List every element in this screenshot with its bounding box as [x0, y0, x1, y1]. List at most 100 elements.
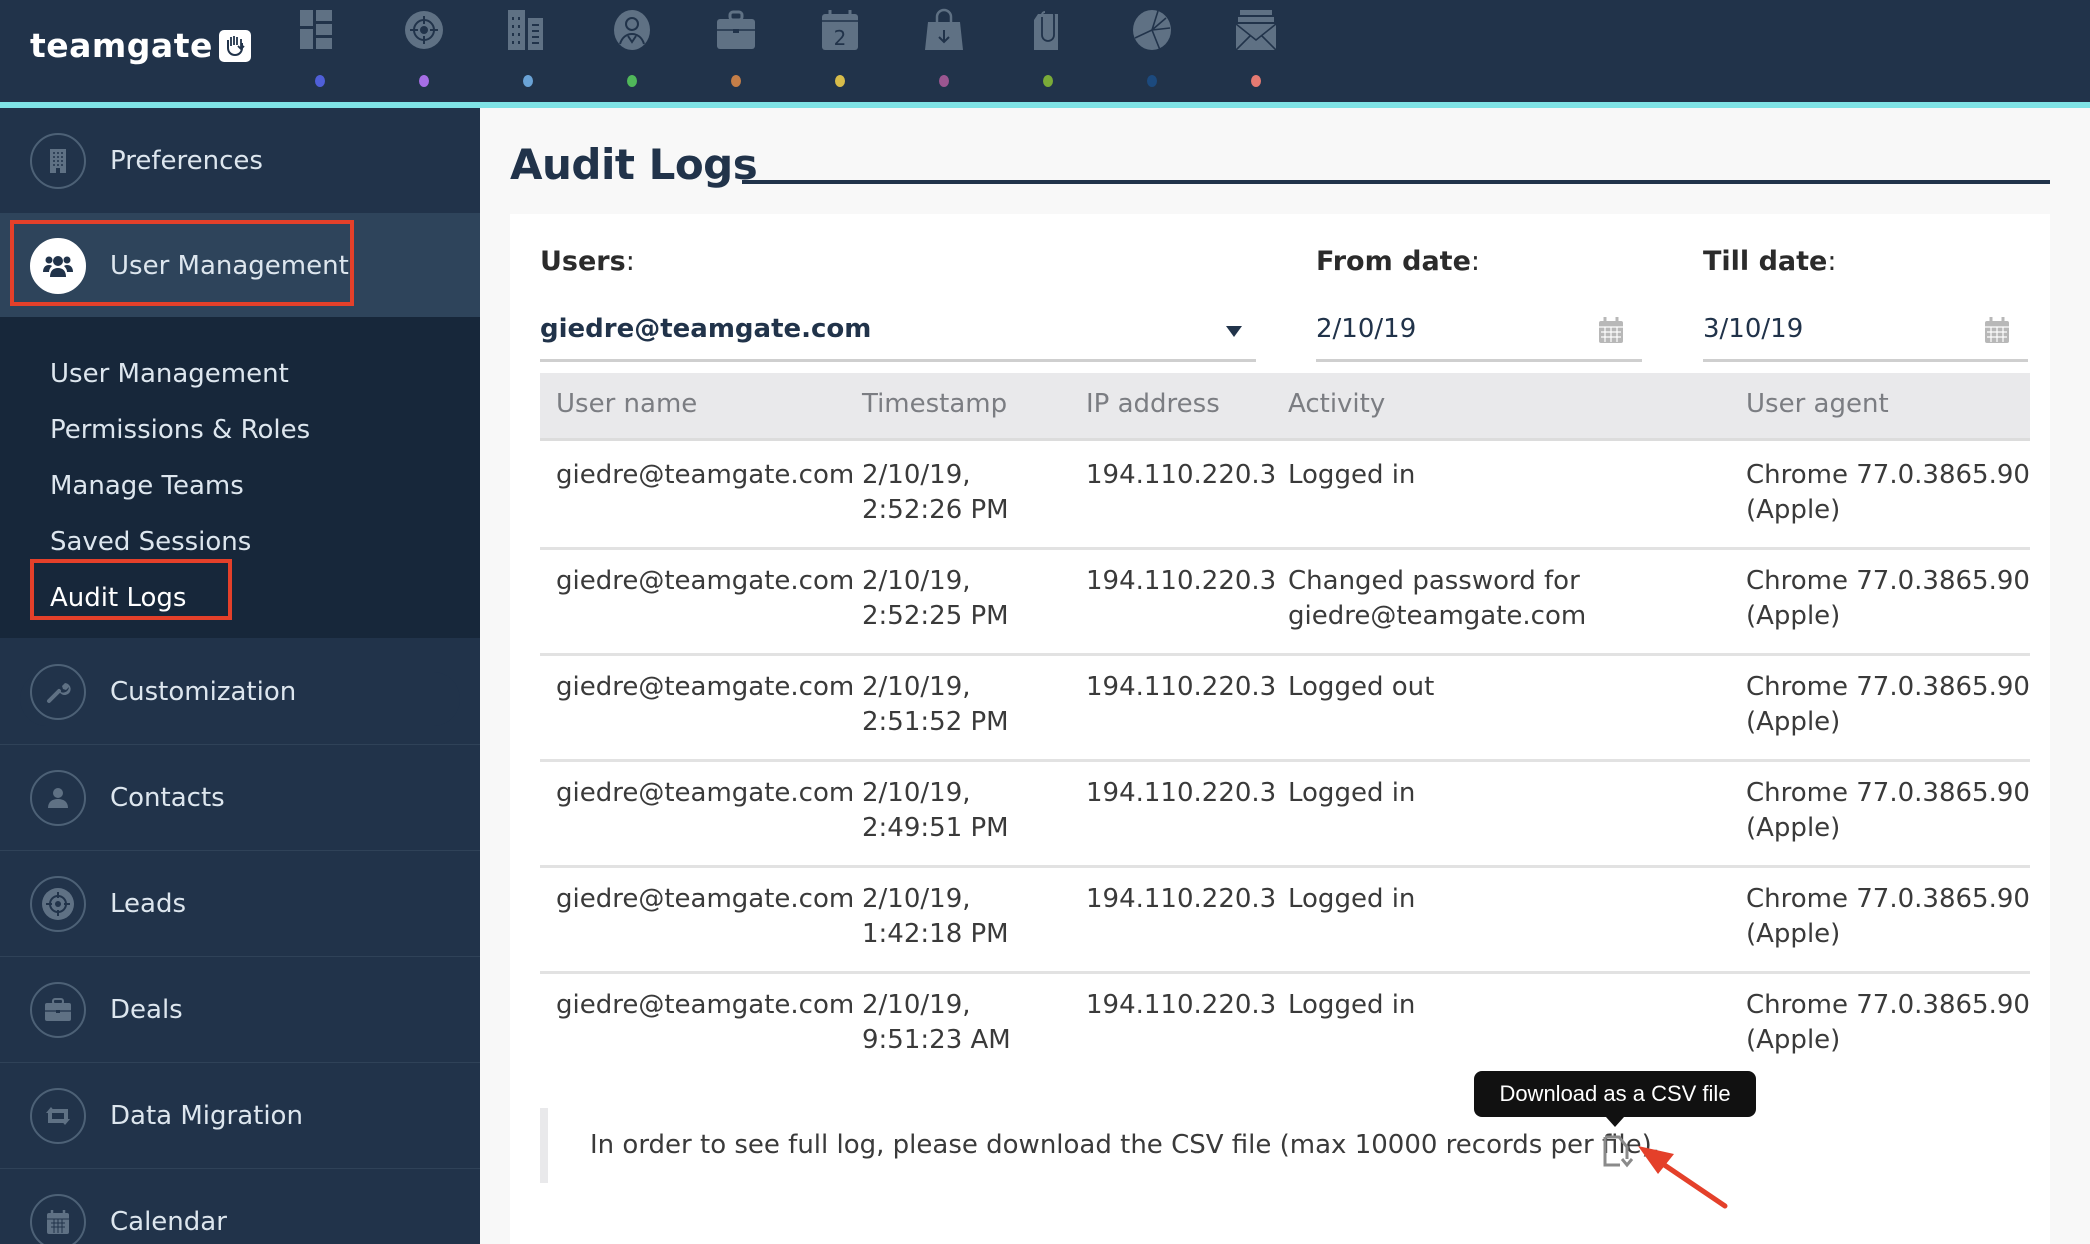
from-date-value: 2/10/19 [1316, 314, 1417, 344]
column-header-user-name: User name [556, 389, 698, 419]
sync-arrows-icon [30, 1087, 86, 1144]
cell-user-agent-line: Chrome 77.0.3865.90 [1746, 460, 2030, 490]
paperclip-document-icon [1034, 11, 1058, 50]
nav-dashboard[interactable] [290, 8, 350, 88]
cell-user-name-line: giedre@teamgate.com [556, 566, 855, 596]
cell-user-agent: Chrome 77.0.3865.90 (Apple) [1746, 564, 2030, 634]
contact-person-icon [614, 10, 650, 50]
submenu-item-manage-teams[interactable]: Manage Teams [50, 471, 244, 501]
nav-mail[interactable] [1226, 8, 1286, 88]
cell-user-name-line: giedre@teamgate.com [556, 460, 855, 490]
nav-leads[interactable] [394, 8, 454, 88]
cell-user-agent: Chrome 77.0.3865.90 (Apple) [1746, 988, 2030, 1058]
users-select-value: giedre@teamgate.com [540, 314, 872, 344]
sidebar-item-label: Leads [110, 888, 187, 919]
submenu-item-saved-sessions[interactable]: Saved Sessions [50, 527, 251, 557]
cell-timestamp: 2/10/19, 2:51:52 PM [862, 670, 1009, 740]
building-icon [30, 132, 86, 189]
cell-timestamp-line: 2/10/19, [862, 884, 971, 914]
till-date-label: Till date: [1703, 246, 1836, 277]
csv-download-icon[interactable] [1600, 1134, 1634, 1168]
nav-dot [731, 75, 741, 87]
briefcase-icon [30, 981, 86, 1038]
sidebar-item-label: Customization [110, 676, 297, 707]
cell-user-agent-line: (Apple) [1746, 813, 1841, 843]
pie-chart-icon [1133, 10, 1171, 51]
sidebar-item-label: Preferences [110, 145, 263, 176]
cell-timestamp: 2/10/19, 1:42:18 PM [862, 882, 1009, 952]
csv-tooltip: Download as a CSV file [1474, 1071, 1756, 1127]
table-row: giedre@teamgate.com 2/10/19, 2:52:26 PM 194… [540, 444, 2030, 550]
nav-contacts[interactable] [602, 8, 662, 88]
till-date-input[interactable]: 3/10/19 [1703, 308, 2028, 362]
users-select[interactable]: giedre@teamgate.com [540, 308, 1256, 362]
cell-timestamp: 2/10/19, 2:52:26 PM [862, 458, 1009, 528]
nav-calendar[interactable]: 2 [810, 8, 870, 88]
cell-user-agent-line: Chrome 77.0.3865.90 [1746, 990, 2030, 1020]
users-filter-label: Users: [540, 246, 635, 277]
submenu-item-audit-logs[interactable]: Audit Logs [50, 583, 186, 613]
column-header-ip-address: IP address [1086, 389, 1220, 419]
settings-sidebar: Preferences User Management User Managem… [0, 108, 480, 1244]
sidebar-item-customization[interactable]: Customization [0, 639, 480, 745]
column-header-timestamp: Timestamp [862, 389, 1008, 419]
csv-download-note: In order to see full log, please downloa… [590, 1130, 1660, 1160]
cell-activity-line: giedre@teamgate.com [1288, 601, 1587, 631]
from-date-input[interactable]: 2/10/19 [1316, 308, 1642, 362]
cell-activity-line: Logged in [1288, 460, 1416, 490]
teamgate-logo[interactable]: teamgate [30, 26, 251, 65]
sidebar-item-preferences[interactable]: Preferences [0, 108, 480, 214]
table-row: giedre@teamgate.com 2/10/19, 1:42:18 PM 194… [540, 868, 2030, 974]
user-management-submenu: User Management Permissions & Roles Mana… [0, 317, 480, 726]
cell-ip-address-line: 194.110.220.3 [1086, 884, 1277, 914]
cell-user-agent-line: Chrome 77.0.3865.90 [1746, 778, 2030, 808]
nav-deals[interactable] [706, 8, 766, 88]
cell-ip-address-line: 194.110.220.3 [1086, 672, 1277, 702]
nav-dot [1147, 75, 1157, 87]
users-label-text: Users [540, 246, 626, 277]
sidebar-item-deals[interactable]: Deals [0, 957, 480, 1063]
page-title: Audit Logs [510, 140, 758, 189]
nav-companies[interactable] [498, 8, 558, 88]
sidebar-item-user-management[interactable]: User Management [0, 213, 480, 319]
cell-timestamp-line: 2/10/19, [862, 990, 971, 1020]
submenu-item-user-management[interactable]: User Management [50, 359, 289, 389]
table-row: giedre@teamgate.com 2/10/19, 2:52:25 PM 194… [540, 550, 2030, 656]
from-date-label: From date: [1316, 246, 1480, 277]
cell-user-name: giedre@teamgate.com [556, 882, 854, 917]
cell-user-name: giedre@teamgate.com [556, 564, 854, 599]
cell-user-name: giedre@teamgate.com [556, 458, 854, 493]
sidebar-item-data-migration[interactable]: Data Migration [0, 1063, 480, 1169]
nav-documents[interactable] [1018, 8, 1078, 88]
dashboard-icon [300, 10, 332, 49]
cell-timestamp-line: 2:49:51 PM [862, 813, 1009, 843]
sidebar-item-calendar[interactable]: Calendar [0, 1169, 480, 1244]
cell-activity-line: Changed password for [1288, 566, 1580, 596]
cell-user-name-line: giedre@teamgate.com [556, 778, 855, 808]
cell-timestamp: 2/10/19, 9:51:23 AM [862, 988, 1011, 1058]
cell-user-agent-line: (Apple) [1746, 601, 1841, 631]
sidebar-item-contacts[interactable]: Contacts [0, 745, 480, 851]
cell-ip-address-line: 194.110.220.3 [1086, 990, 1277, 1020]
wrench-icon [30, 663, 86, 720]
cell-timestamp-line: 2:52:26 PM [862, 495, 1009, 525]
briefcase-icon [717, 10, 755, 49]
cell-user-agent-line: Chrome 77.0.3865.90 [1746, 672, 2030, 702]
cell-timestamp-line: 2/10/19, [862, 778, 971, 808]
calendar-icon[interactable] [1984, 316, 2010, 344]
cell-ip-address-line: 194.110.220.3 [1086, 778, 1277, 808]
top-navigation-bar: teamgate 2 [0, 0, 2090, 102]
cell-activity: Logged in [1288, 988, 1415, 1023]
submenu-item-permissions-roles[interactable]: Permissions & Roles [50, 415, 310, 445]
calendar-icon[interactable] [1598, 316, 1624, 344]
sidebar-item-leads[interactable]: Leads [0, 851, 480, 957]
logo-text: teamgate [30, 26, 213, 65]
nav-products[interactable] [914, 8, 974, 88]
cell-timestamp-line: 2/10/19, [862, 672, 971, 702]
cell-user-agent-line: Chrome 77.0.3865.90 [1746, 566, 2030, 596]
cell-activity-line: Logged in [1288, 990, 1416, 1020]
nav-reports[interactable] [1122, 8, 1182, 88]
cell-user-name: giedre@teamgate.com [556, 776, 854, 811]
buildings-icon [508, 10, 543, 50]
nav-dot [419, 75, 429, 87]
